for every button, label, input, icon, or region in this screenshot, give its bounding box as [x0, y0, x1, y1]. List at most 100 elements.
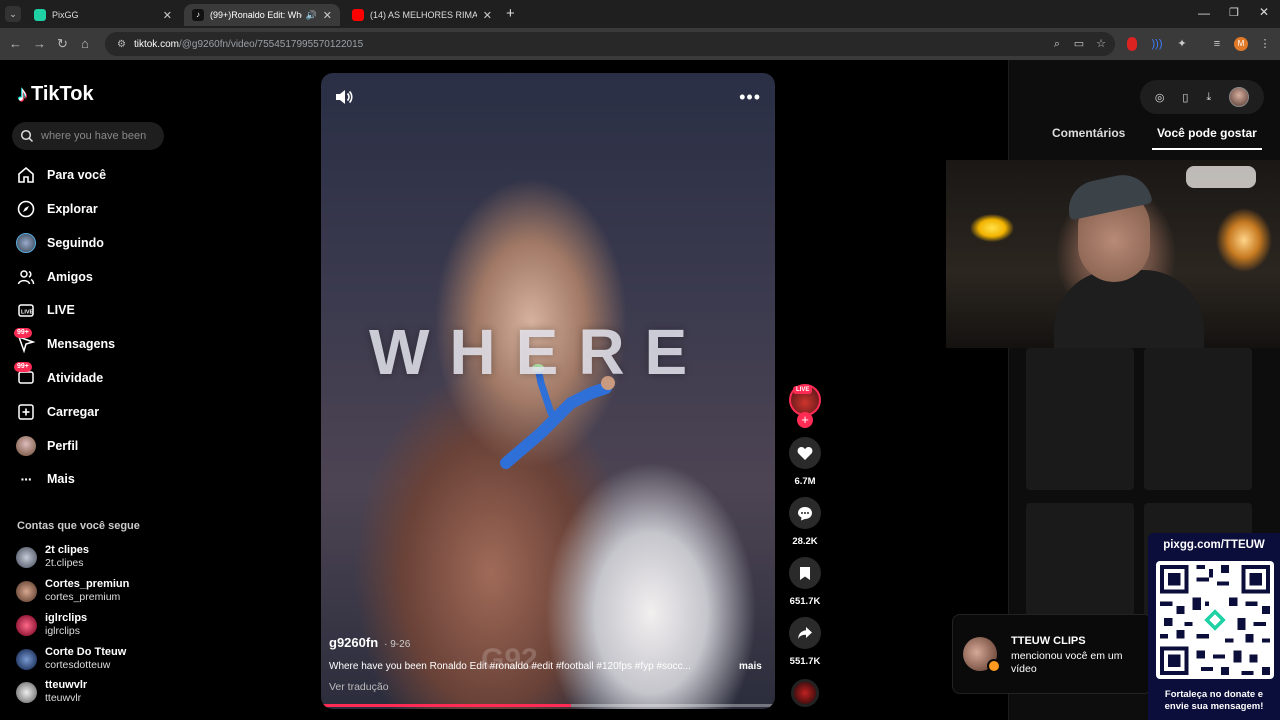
account-handle: tteuwvlr [45, 692, 82, 704]
comment-icon [798, 506, 812, 520]
user-avatar[interactable] [1229, 87, 1250, 107]
close-icon[interactable]: ✕ [163, 9, 172, 22]
volume-icon[interactable] [335, 89, 353, 110]
tiktok-logo[interactable]: ♪ TikTok [17, 81, 94, 107]
video-progress-bar[interactable] [323, 704, 773, 707]
sound-disc-icon[interactable] [791, 679, 819, 707]
tab-search-dropdown[interactable]: ⌄ [5, 6, 21, 22]
nav-explorar[interactable]: Explorar [16, 197, 98, 221]
browser-menu-icon[interactable]: ⋮ [1258, 37, 1272, 51]
suggested-video-tile[interactable] [1144, 348, 1252, 490]
new-tab-button[interactable]: + [506, 5, 515, 22]
live-badge: LIVE [793, 386, 813, 394]
followed-account[interactable]: Cortes_premiun cortes_premium [16, 578, 129, 604]
suggested-video-tile[interactable] [1026, 348, 1134, 490]
download-icon[interactable]: ⤓ [1206, 91, 1211, 104]
avatar [16, 648, 37, 670]
post-date: · 9-26 [384, 639, 411, 650]
video-author[interactable]: g9260fn · 9-26 [329, 635, 410, 650]
streamer-body [1054, 270, 1204, 348]
pixgg-donation-overlay: pixgg.com/TTEUW Fortaleça no donate e en… [1148, 533, 1280, 720]
media-queue-icon[interactable]: ≡ [1210, 37, 1224, 51]
window-close-icon[interactable]: ✕ [1259, 5, 1269, 19]
video-more-icon[interactable]: ••• [739, 87, 761, 108]
tab-suggested[interactable]: Você pode gostar [1157, 126, 1257, 140]
more-icon: ··· [20, 471, 33, 487]
activity-badge: 99+ [14, 362, 32, 372]
comment-count: 28.2K [792, 536, 818, 547]
author-name[interactable]: g9260fn [329, 635, 378, 650]
tab-tiktok[interactable]: ♪ (99+)Ronaldo Edit: Where h 🔊 ✕ [184, 4, 340, 26]
compass-small-icon[interactable]: ◎ [1155, 91, 1165, 104]
nav-live[interactable]: LIVE LIVE [16, 298, 75, 322]
account-handle: 2t.clipes [45, 557, 84, 569]
speaker-icon[interactable]: 🔊 [306, 10, 317, 21]
reload-icon[interactable]: ↻ [57, 36, 68, 52]
address-bar[interactable]: ⚙ tiktok.com/@g9260fn/video/755451799557… [105, 32, 1115, 56]
account-name: Cortes_premiun [45, 578, 130, 590]
video-description: Where have you been Ronaldo Edit #ronald… [329, 661, 769, 672]
follow-button[interactable]: + [797, 412, 813, 428]
tab-pixgg[interactable]: PixGG ✕ [26, 4, 180, 26]
comment-button[interactable] [789, 497, 821, 529]
zoom-icon[interactable]: ⌕ [1050, 37, 1064, 51]
notification-title: TTEUW CLIPS [1011, 635, 1086, 647]
account-name: 2t clipes [45, 544, 90, 556]
profile-avatar-icon[interactable]: M [1234, 37, 1248, 51]
close-icon[interactable]: ✕ [323, 9, 332, 22]
avatar [16, 614, 37, 636]
nav-carregar[interactable]: Carregar [16, 400, 99, 424]
browser-toolbar: ← → ↻ ⌂ ⚙ tiktok.com/@g9260fn/video/7554… [0, 28, 1280, 60]
pixgg-url: pixgg.com/TTEUW [1163, 539, 1265, 551]
cast-icon[interactable]: ▭ [1072, 37, 1086, 51]
share-button[interactable] [789, 617, 821, 649]
search-box[interactable] [12, 122, 164, 150]
bookmark-icon [800, 566, 810, 580]
tab-comments[interactable]: Comentários [1052, 126, 1125, 140]
nav-mais[interactable]: ··· Mais [16, 467, 75, 491]
followed-account[interactable]: Corte Do Tteuw cortesdotteuw [16, 646, 126, 672]
followed-account[interactable]: tteuwvlr tteuwvlr [16, 679, 87, 705]
phone-icon[interactable]: ▯ [1182, 91, 1188, 104]
forward-icon[interactable]: → [33, 36, 46, 51]
background-car-figure [1186, 166, 1256, 188]
following-section-title: Contas que você segue [17, 520, 140, 532]
qr-code-icon [1156, 561, 1274, 679]
extensions-puzzle-icon[interactable]: ✦ [1175, 37, 1189, 51]
nav-amigos[interactable]: Amigos [16, 265, 93, 289]
minimize-icon[interactable]: — [1198, 6, 1210, 20]
back-icon[interactable]: ← [9, 36, 22, 51]
nav-mensagens[interactable]: 99+ Mensagens [14, 328, 115, 356]
extension-red-icon[interactable] [1127, 37, 1137, 51]
mention-notification[interactable]: TTEUW CLIPS mencionou você em um vídeo [952, 614, 1152, 694]
restore-icon[interactable]: ❐ [1229, 6, 1239, 19]
share-count: 551.7K [789, 656, 821, 667]
description-text: Where have you been Ronaldo Edit #ronald… [329, 661, 691, 672]
like-button[interactable] [789, 437, 821, 469]
more-link[interactable]: mais [739, 661, 762, 672]
followed-account[interactable]: iglrclips iglrclips [16, 612, 87, 638]
tab-label: (14) AS MELHORES RIMAS DA I [370, 10, 477, 20]
nav-perfil[interactable]: Perfil [16, 434, 78, 458]
nav-label: Explorar [47, 202, 98, 216]
nav-atividade[interactable]: 99+ Atividade [14, 362, 103, 390]
search-input[interactable] [41, 130, 161, 142]
extension-wave-icon[interactable]: ))) [1150, 37, 1164, 51]
close-icon[interactable]: ✕ [483, 9, 492, 22]
browser-tab-bar: ⌄ PixGG ✕ ♪ (99+)Ronaldo Edit: Where h 🔊… [0, 0, 1280, 28]
tiktok-note-icon: ♪ [17, 81, 28, 106]
translate-link[interactable]: Ver tradução [329, 681, 389, 693]
tab-youtube[interactable]: (14) AS MELHORES RIMAS DA I ✕ [344, 4, 500, 26]
account-name: Corte Do Tteuw [45, 646, 127, 658]
site-info-icon[interactable]: ⚙ [117, 39, 126, 50]
save-button[interactable] [789, 557, 821, 589]
pixgg-favicon-icon [34, 9, 46, 21]
bookmark-star-icon[interactable]: ☆ [1094, 37, 1108, 51]
nav-para-voce[interactable]: Para você [16, 163, 106, 187]
home-browser-icon[interactable]: ⌂ [81, 36, 89, 51]
avatar [16, 681, 37, 703]
followed-account[interactable]: 2t clipes 2t.clipes [16, 544, 89, 570]
video-player[interactable]: WHERE G92 ••• g9260fn · 9-26 Where have y… [321, 73, 775, 709]
pixgg-cta: Fortaleça no donate e envie sua mensagem… [1164, 689, 1264, 712]
nav-seguindo[interactable]: Seguindo [16, 231, 104, 255]
